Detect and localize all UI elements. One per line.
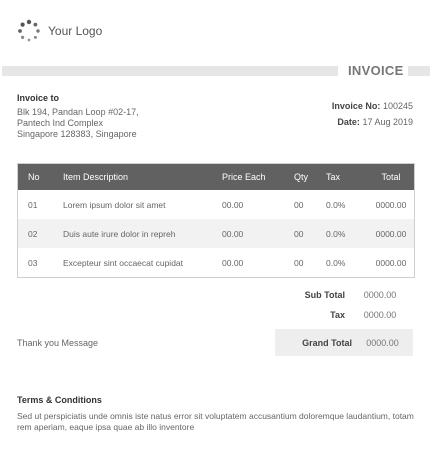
cell-qty: 00: [294, 228, 304, 239]
invoice-number: 100245: [382, 101, 413, 111]
address-line: Blk 194, Pandan Loop #02-17,: [17, 107, 139, 117]
invoice-title: INVOICE: [348, 63, 404, 78]
column-header-tax: Tax: [326, 172, 341, 182]
tax-label: Tax: [330, 310, 345, 320]
table-row: 03 Excepteur sint occaecat cupidat 00.00…: [18, 248, 414, 277]
cell-tax: 0.0%: [326, 228, 346, 239]
tax-row: Tax 0000.00: [275, 310, 415, 320]
address-line: Pantech Ind Complex: [17, 118, 104, 128]
cell-price: 00.00: [222, 199, 244, 210]
spinner-dots-icon: [18, 19, 40, 42]
bill-to-block: Invoice to Blk 194, Pandan Loop #02-17, …: [17, 93, 217, 140]
subtotal-label: Sub Total: [304, 290, 345, 300]
cell-description: Lorem ipsum dolor sit amet: [63, 199, 166, 210]
terms-section: Terms & Conditions Sed ut perspiciatis u…: [17, 395, 417, 433]
grand-total-value: 0000.00: [366, 337, 399, 348]
thank-you-message: Thank you Message: [17, 338, 99, 348]
logo-text: Your Logo: [48, 24, 103, 38]
cell-no: 03: [28, 257, 38, 268]
invoice-date: 17 Aug 2019: [362, 117, 413, 127]
header-band-end: [408, 66, 430, 76]
cell-total: 0000.00: [375, 257, 407, 268]
invoice-date-label: Date:: [337, 117, 360, 127]
bill-to-label: Invoice to: [17, 93, 60, 103]
cell-qty: 00: [294, 257, 304, 268]
column-header-description: Item Description: [63, 172, 129, 182]
invoice-number-row: Invoice No: 100245: [332, 98, 413, 114]
terms-text: Sed ut perspiciatis unde omnis iste natu…: [17, 411, 414, 432]
table-row: 02 Duis aute irure dolor in repreh 00.00…: [18, 219, 414, 248]
cell-price: 00.00: [222, 228, 244, 239]
column-header-total: Total: [381, 172, 401, 182]
subtotal-value: 0000.00: [363, 290, 397, 300]
table-row: 01 Lorem ipsum dolor sit amet 00.00 00 0…: [18, 190, 414, 219]
cell-description: Duis aute irure dolor in repreh: [63, 228, 176, 239]
terms-title: Terms & Conditions: [17, 395, 102, 405]
cell-no: 02: [28, 228, 38, 239]
invoice-date-row: Date: 17 Aug 2019: [332, 114, 413, 130]
grand-total-row: Grand Total 0000.00: [275, 329, 413, 356]
items-table: No Item Description Price Each Qty Tax T…: [17, 163, 415, 278]
column-header-no: No: [28, 172, 40, 182]
grand-total-label: Grand Total: [302, 337, 352, 348]
address-line: Singapore 128383, Singapore: [17, 129, 137, 139]
cell-price: 00.00: [222, 257, 244, 268]
invoice-meta: Invoice No: 100245 Date: 17 Aug 2019: [332, 98, 413, 130]
table-header: No Item Description Price Each Qty Tax T…: [18, 164, 414, 190]
cell-tax: 0.0%: [326, 199, 346, 210]
tax-value: 0000.00: [363, 310, 397, 320]
cell-total: 0000.00: [375, 199, 407, 210]
header-band: [2, 66, 338, 76]
cell-total: 0000.00: [375, 228, 407, 239]
column-header-qty: Qty: [294, 172, 309, 182]
cell-no: 01: [28, 199, 38, 210]
cell-description: Excepteur sint occaecat cupidat: [63, 257, 184, 268]
subtotal-row: Sub Total 0000.00: [275, 290, 415, 300]
column-header-price: Price Each: [222, 172, 266, 182]
logo: Your Logo: [17, 19, 102, 43]
cell-qty: 00: [294, 199, 304, 210]
invoice-number-label: Invoice No:: [331, 101, 381, 111]
cell-tax: 0.0%: [326, 257, 346, 268]
